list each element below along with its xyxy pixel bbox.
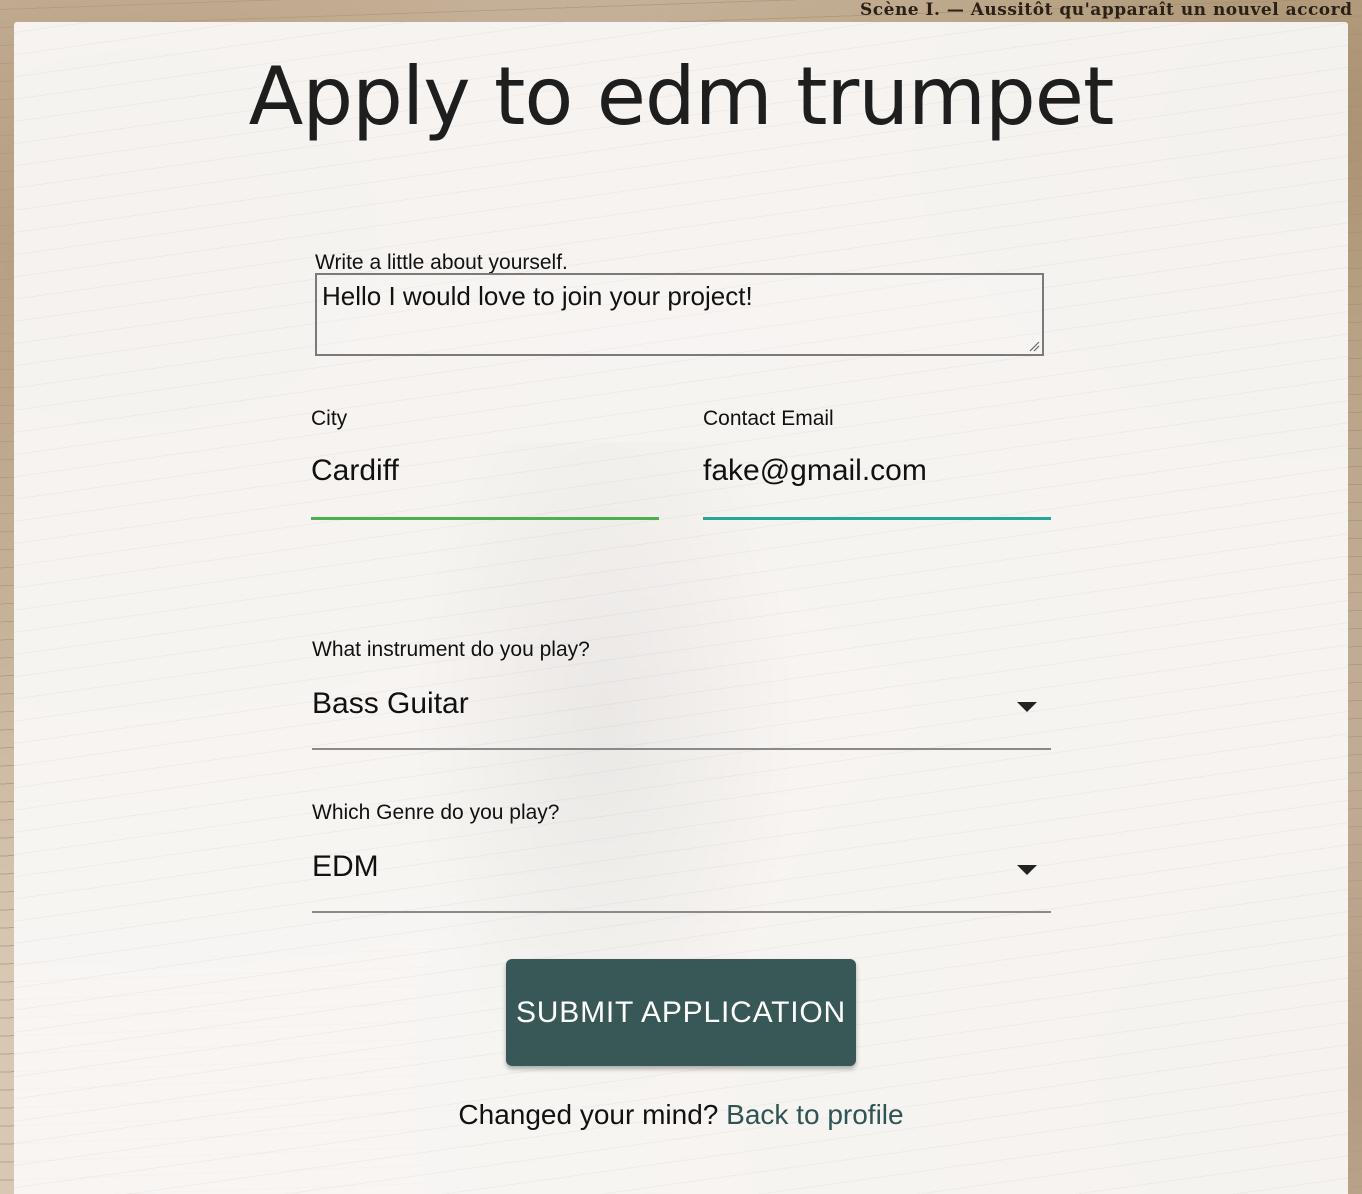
about-text: Hello I would love to join your project!: [322, 281, 753, 311]
genre-underline: [312, 911, 1051, 913]
chevron-down-icon: [1017, 702, 1037, 712]
email-value: fake@gmail.com: [703, 454, 927, 487]
genre-value: EDM: [312, 850, 379, 883]
city-label: City: [311, 407, 348, 430]
instrument-underline: [312, 748, 1051, 750]
footer: Changed your mind? Back to profile: [14, 1099, 1348, 1131]
submit-label: SUBMIT APPLICATION: [515, 995, 847, 1029]
about-label: Write a little about yourself.: [315, 251, 568, 274]
city-underline: [311, 517, 659, 520]
email-underline: [703, 517, 1051, 520]
background-score-text: Scène I. — Aussitôt qu'apparaît un nouve…: [860, 0, 1353, 20]
instrument-value: Bass Guitar: [312, 687, 469, 720]
email-label: Contact Email: [703, 407, 834, 430]
instrument-label: What instrument do you play?: [312, 638, 590, 661]
genre-label: Which Genre do you play?: [312, 801, 560, 824]
submit-application-button[interactable]: SUBMIT APPLICATION: [506, 959, 856, 1066]
genre-select[interactable]: EDM: [312, 840, 1051, 915]
city-value: Cardiff: [311, 454, 399, 487]
back-to-profile-link[interactable]: Back to profile: [726, 1099, 903, 1130]
chevron-down-icon: [1017, 865, 1037, 875]
city-input[interactable]: Cardiff: [311, 447, 659, 521]
page-title: Apply to edm trumpet: [248, 50, 1115, 143]
resize-grip-icon[interactable]: [1028, 340, 1040, 352]
about-textarea[interactable]: Hello I would love to join your project!: [315, 273, 1044, 356]
instrument-select[interactable]: Bass Guitar: [312, 677, 1051, 752]
application-card: Apply to edm trumpet Write a little abou…: [14, 22, 1348, 1194]
footer-prompt: Changed your mind?: [458, 1099, 719, 1130]
email-input[interactable]: fake@gmail.com: [703, 447, 1051, 521]
